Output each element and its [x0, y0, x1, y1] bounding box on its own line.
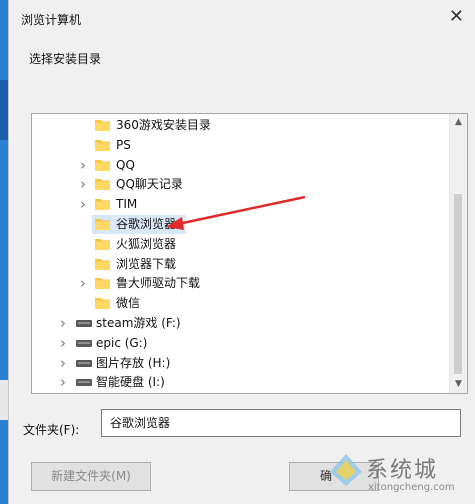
close-icon[interactable]: ✕ — [449, 8, 464, 26]
desktop-background — [0, 0, 8, 504]
desktop-tile — [0, 380, 8, 420]
folder-icon — [95, 119, 110, 131]
tree-folder-item[interactable]: › QQ — [32, 156, 452, 175]
chevron-right-icon[interactable]: › — [58, 314, 68, 333]
watermark-brand: 系统城 — [366, 458, 439, 483]
tree-item-label: 鲁大师驱动下载 — [116, 276, 201, 291]
tree-item-label: 360游戏安装目录 — [116, 118, 211, 132]
folder-icon — [95, 258, 110, 270]
tree-item-label: 微信 — [116, 296, 141, 311]
tree-drive-item[interactable]: › epic (G:) — [32, 334, 452, 353]
tree-drive-item[interactable]: › 图片存放 (H:) — [32, 354, 452, 373]
chevron-right-icon[interactable]: › — [58, 373, 68, 392]
tree-drive-item[interactable]: › steam游戏 (F:) — [32, 314, 452, 333]
chevron-right-icon[interactable]: › — [78, 195, 88, 214]
tree-folder-item[interactable]: › TIM — [32, 195, 452, 214]
folder-icon — [95, 178, 110, 191]
folder-icon — [95, 218, 110, 230]
tree-item-label: 火狐浏览器 — [116, 236, 177, 251]
tree-folder-item[interactable]: PS — [32, 136, 452, 155]
folder-icon — [95, 277, 110, 290]
chevron-right-icon[interactable]: › — [78, 274, 88, 293]
tree-item-label: 图片存放 (H:) — [96, 355, 171, 370]
tree-folder-item[interactable]: › 鲁大师驱动下载 — [32, 274, 452, 293]
folder-icon — [95, 198, 110, 211]
chevron-right-icon[interactable]: › — [58, 334, 68, 353]
dialog-title: 浏览计算机 — [21, 13, 82, 27]
tree-item-label: PS — [116, 137, 131, 152]
watermark-url: xitongcheng.com — [368, 482, 455, 493]
folder-icon — [95, 139, 110, 151]
drive-icon — [76, 379, 92, 387]
folder-icon — [95, 297, 110, 310]
tree-item-label: steam游戏 (F:) — [96, 316, 181, 330]
desktop-tile — [0, 80, 8, 140]
folder-tree[interactable]: 360游戏安装目录 PS › QQ › QQ聊天记录 › TIM 谷歌浏览器火狐浏览器浏览器下载… — [31, 113, 468, 394]
chevron-right-icon[interactable]: › — [58, 354, 68, 373]
folder-name-input[interactable]: 谷歌浏览器 — [101, 409, 461, 437]
tree-item-label: 智能硬盘 (I:) — [96, 375, 165, 390]
folder-icon — [95, 238, 110, 250]
folder-field-label: 文件夹(F): — [23, 423, 80, 437]
chevron-right-icon[interactable]: › — [78, 175, 88, 194]
watermark-logo-icon — [330, 454, 362, 486]
tree-item-label: 谷歌浏览器 — [116, 217, 177, 231]
tree-folder-item[interactable]: › QQ聊天记录 — [32, 175, 452, 194]
tree-item-label: QQ聊天记录 — [116, 177, 183, 192]
drive-icon — [76, 339, 92, 347]
tree-folder-item[interactable]: 浏览器下载 — [32, 255, 452, 274]
dialog-prompt: 选择安装目录 — [29, 52, 102, 66]
drive-icon — [76, 359, 92, 367]
tree-item-label: 浏览器下载 — [116, 256, 177, 271]
tree-item-label: QQ — [116, 157, 135, 172]
tree-drive-item[interactable]: › 智能硬盘 (I:) — [32, 373, 452, 392]
tree-scrollbar[interactable]: ▲ ▼ — [449, 114, 467, 393]
tree-folder-item[interactable]: 火狐浏览器 — [32, 235, 452, 254]
chevron-right-icon[interactable]: › — [78, 156, 88, 175]
new-folder-button[interactable]: 新建文件夹(M) — [31, 462, 151, 491]
scroll-down-icon[interactable]: ▼ — [450, 376, 467, 393]
tree-folder-item[interactable]: 微信 — [32, 294, 452, 313]
tree-item-label: epic (G:) — [96, 335, 148, 350]
scroll-up-icon[interactable]: ▲ — [450, 114, 467, 131]
browse-computer-dialog: 浏览计算机 ✕ 选择安装目录 360游戏安装目录 PS › QQ › QQ聊天记录 › TIM… — [8, 0, 475, 504]
drive-icon — [76, 320, 92, 327]
watermark: 系统城 xitongcheng.com — [328, 448, 468, 504]
folder-icon — [95, 159, 110, 171]
tree-item-label: TIM — [116, 197, 138, 212]
scroll-thumb[interactable] — [454, 194, 462, 374]
tree-folder-item[interactable]: 谷歌浏览器 — [92, 215, 186, 234]
tree-folder-item[interactable]: 360游戏安装目录 — [32, 116, 452, 135]
